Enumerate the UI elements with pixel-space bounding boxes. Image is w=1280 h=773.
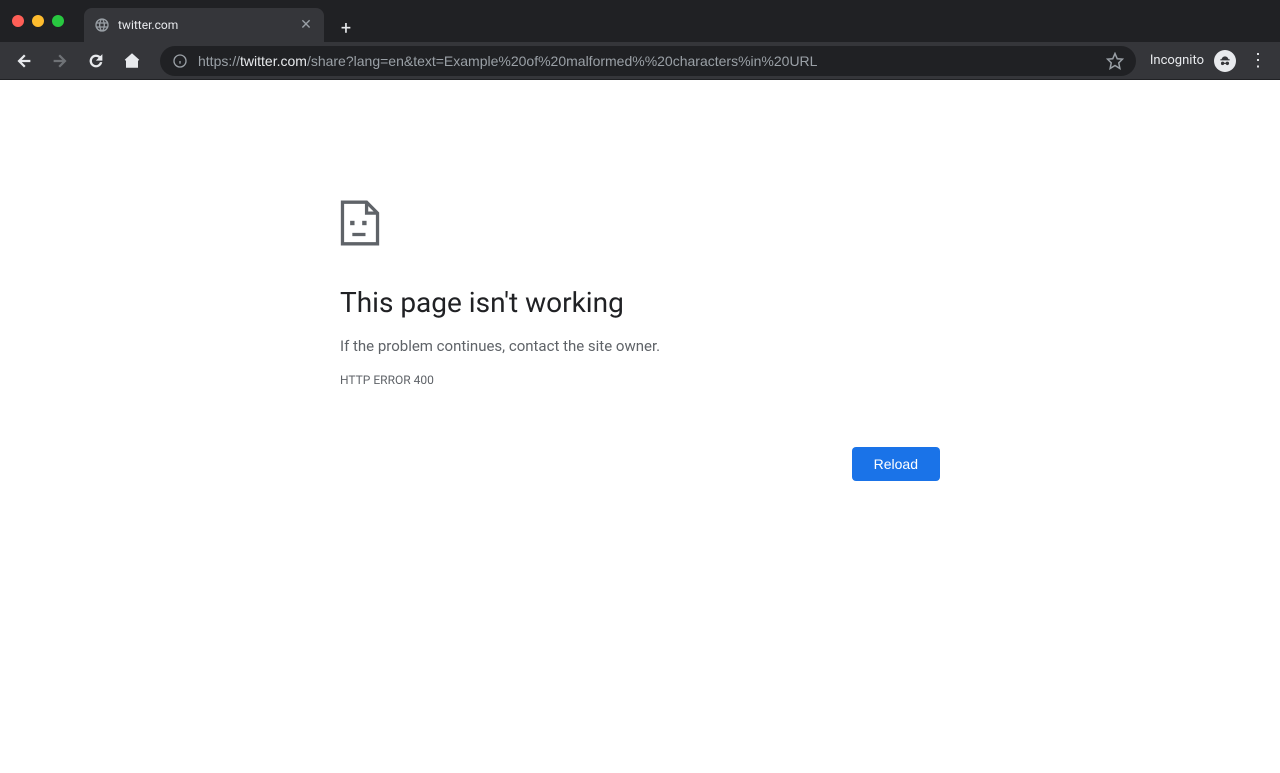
tab-title: twitter.com [118,18,290,32]
page-content: This page isn't working If the problem c… [0,80,1280,773]
error-block: This page isn't working If the problem c… [340,200,940,481]
back-button[interactable] [10,47,38,75]
titlebar: twitter.com ✕ + [0,0,1280,42]
reload-page-button[interactable]: Reload [852,447,940,481]
window-maximize-button[interactable] [52,15,64,27]
reload-button[interactable] [82,47,110,75]
tab-strip: twitter.com ✕ + [84,0,360,42]
more-menu-button[interactable]: ⋮ [1246,50,1270,71]
window-controls [12,15,64,27]
new-tab-button[interactable]: + [332,14,360,42]
incognito-icon[interactable] [1214,50,1236,72]
url-text: https://twitter.com/share?lang=en&text=E… [198,53,1096,69]
browser-tab[interactable]: twitter.com ✕ [84,8,324,42]
toolbar: https://twitter.com/share?lang=en&text=E… [0,42,1280,80]
forward-button[interactable] [46,47,74,75]
tab-close-button[interactable]: ✕ [298,17,314,33]
globe-icon [94,17,110,33]
toolbar-right: Incognito ⋮ [1150,50,1270,72]
error-title: This page isn't working [340,286,940,319]
site-info-icon[interactable] [172,53,188,69]
bookmark-star-icon[interactable] [1106,52,1124,70]
sad-page-icon [340,200,380,246]
incognito-label: Incognito [1150,53,1204,68]
window-close-button[interactable] [12,15,24,27]
address-bar[interactable]: https://twitter.com/share?lang=en&text=E… [160,46,1136,76]
error-code: HTTP ERROR 400 [340,373,940,387]
home-button[interactable] [118,47,146,75]
window-minimize-button[interactable] [32,15,44,27]
error-message: If the problem continues, contact the si… [340,337,940,355]
